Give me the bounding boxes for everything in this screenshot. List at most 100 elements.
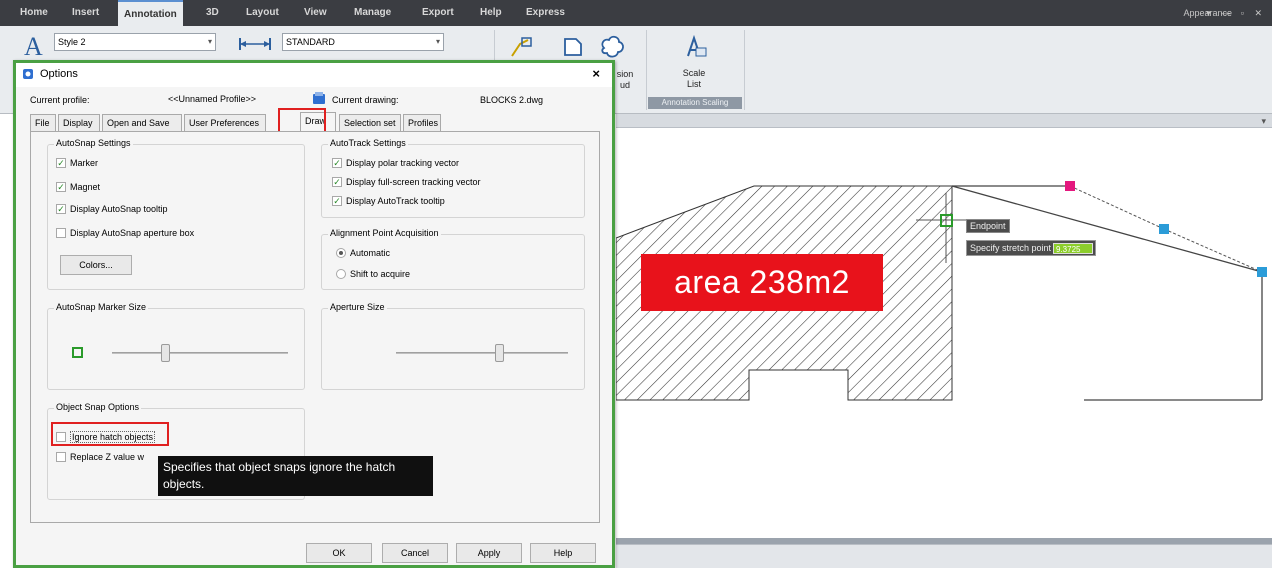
marker-size-slider[interactable] <box>112 352 288 354</box>
tab-3d[interactable]: 3D <box>200 0 225 26</box>
grip-blue[interactable] <box>1257 267 1267 277</box>
endpoint-tooltip: Endpoint <box>966 219 1010 233</box>
grip-pink[interactable] <box>1065 181 1075 191</box>
autocad-window: Home Insert Annotation 3D Layout View Ma… <box>0 0 1272 568</box>
shift-to-acquire-label: Shift to acquire <box>350 269 411 279</box>
aperture-box-checkbox[interactable]: Display AutoSnap aperture box <box>56 227 194 240</box>
tab-annotation[interactable]: Annotation <box>118 0 183 26</box>
object-snap-options-title: Object Snap Options <box>54 402 142 412</box>
drawing-canvas[interactable] <box>616 128 1272 538</box>
magnet-label: Magnet <box>70 182 101 192</box>
magnet-checkbox[interactable]: ✓ Magnet <box>56 181 100 194</box>
marker-size-title: AutoSnap Marker Size <box>54 302 149 312</box>
dialog-title-bar[interactable]: Options × <box>16 63 612 87</box>
aperture-size-slider[interactable] <box>396 352 568 354</box>
radio-selected-icon <box>336 247 346 258</box>
tab-home[interactable]: Home <box>14 0 54 26</box>
autotrack-tooltip-checkbox[interactable]: ✓ Display AutoTrack tooltip <box>332 195 445 208</box>
apply-button[interactable]: Apply <box>456 543 522 563</box>
polar-tracking-checkbox[interactable]: ✓ Display polar tracking vector <box>332 157 459 170</box>
checkbox-empty <box>56 451 66 462</box>
chevron-down-icon: ▾ <box>207 37 212 46</box>
tab-selection-set[interactable]: Selection set <box>339 114 401 131</box>
checkmark-icon: ✓ <box>332 157 342 168</box>
help-button[interactable]: Help <box>530 543 596 563</box>
close-icon[interactable]: × <box>592 64 600 84</box>
replace-z-checkbox[interactable]: Replace Z value w <box>56 451 144 464</box>
autotrack-settings-title: AutoTrack Settings <box>328 138 408 148</box>
polar-tracking-label: Display polar tracking vector <box>346 158 460 168</box>
autotrack-settings-group: AutoTrack Settings ✓ Display polar tracki… <box>321 138 585 218</box>
grip-blue[interactable] <box>1159 224 1169 234</box>
text-style-value: Style 2 <box>58 37 86 47</box>
automatic-radio[interactable]: Automatic <box>336 247 390 260</box>
drawing-file-icon <box>313 92 325 104</box>
aperture-size-title: Aperture Size <box>328 302 387 312</box>
stretch-value-input[interactable]: 9.3725 <box>1053 243 1093 254</box>
text-style-select[interactable]: Style 2 ▾ <box>54 33 216 51</box>
autotrack-tooltip-label: Display AutoTrack tooltip <box>346 196 445 206</box>
aperture-size-slider-thumb[interactable] <box>495 344 505 362</box>
replace-z-label: Replace Z value w <box>70 452 145 462</box>
checkmark-icon: ✓ <box>56 203 66 214</box>
tab-export[interactable]: Export <box>416 0 460 26</box>
status-bar <box>616 544 1272 568</box>
fullscreen-tracking-checkbox[interactable]: ✓ Display full-screen tracking vector <box>332 176 481 189</box>
scale-list-label[interactable]: Scale List <box>672 68 716 90</box>
current-profile-label: Current profile: <box>30 95 90 105</box>
chevron-down-icon: ▾ <box>435 37 440 46</box>
ok-button[interactable]: OK <box>306 543 372 563</box>
revision-cloud-icon[interactable] <box>598 34 626 63</box>
tab-insert[interactable]: Insert <box>66 0 105 26</box>
shift-to-acquire-radio[interactable]: Shift to acquire <box>336 268 410 281</box>
checkbox-empty <box>56 227 66 238</box>
window-controls[interactable]: ▾ — ▫ ✕ <box>1206 0 1266 26</box>
options-icon <box>23 69 33 79</box>
tab-user-preferences[interactable]: User Preferences <box>184 114 266 131</box>
ignore-hatch-highlight <box>51 422 169 446</box>
dimension-style-value: STANDARD <box>286 37 335 47</box>
chevron-down-icon[interactable]: ▾ <box>1261 114 1266 128</box>
dynamic-input-prompt[interactable]: Specify stretch point or 9.3725 <box>966 240 1096 256</box>
dimension-style-icon[interactable] <box>238 36 272 55</box>
fullscreen-tracking-label: Display full-screen tracking vector <box>346 177 481 187</box>
table-icon[interactable] <box>562 36 584 61</box>
drawing-area[interactable]: ▾ area 238m2 Endpoint Specify stretch po… <box>616 114 1272 568</box>
aperture-box-label: Display AutoSnap aperture box <box>70 228 195 238</box>
panel-title-annotation-scaling: Annotation Scaling <box>648 97 742 109</box>
checkmark-icon: ✓ <box>332 176 342 187</box>
tab-view[interactable]: View <box>298 0 333 26</box>
marker-checkbox[interactable]: ✓ Marker <box>56 157 98 170</box>
autosnap-settings-title: AutoSnap Settings <box>54 138 133 148</box>
marker-preview-icon <box>72 347 83 358</box>
tab-layout[interactable]: Layout <box>240 0 285 26</box>
tab-profiles[interactable]: Profiles <box>403 114 441 131</box>
autosnap-tooltip-label: Display AutoSnap tooltip <box>70 204 168 214</box>
tab-display[interactable]: Display <box>58 114 100 131</box>
ribbon-separator <box>744 30 745 110</box>
tab-help[interactable]: Help <box>474 0 508 26</box>
tab-file[interactable]: File <box>30 114 56 131</box>
automatic-label: Automatic <box>350 248 391 258</box>
marker-size-group: AutoSnap Marker Size <box>47 302 305 390</box>
checkmark-icon: ✓ <box>332 195 342 206</box>
marker-size-slider-thumb[interactable] <box>160 344 170 362</box>
autosnap-tooltip-checkbox[interactable]: ✓ Display AutoSnap tooltip <box>56 203 168 216</box>
leader-icon[interactable] <box>508 36 534 63</box>
scale-list-icon[interactable] <box>682 34 708 63</box>
alignment-point-title: Alignment Point Acquisition <box>328 228 441 238</box>
tab-open-and-save[interactable]: Open and Save <box>102 114 182 131</box>
rubber-band-line <box>1163 228 1263 273</box>
text-style-icon[interactable]: A <box>24 32 43 62</box>
tab-express[interactable]: Express <box>520 0 571 26</box>
current-profile-value: <<Unnamed Profile>> <box>168 94 257 104</box>
checkmark-icon: ✓ <box>56 181 66 192</box>
colors-button[interactable]: Colors... <box>60 255 132 275</box>
current-drawing-value: BLOCKS 2.dwg <box>480 95 544 105</box>
ignore-hatch-tooltip: Specifies that object snaps ignore the h… <box>158 456 433 496</box>
tab-manage[interactable]: Manage <box>348 0 397 26</box>
cancel-button[interactable]: Cancel <box>382 543 448 563</box>
dimension-style-select[interactable]: STANDARD ▾ <box>282 33 444 51</box>
alignment-point-group: Alignment Point Acquisition Automatic Sh… <box>321 228 585 290</box>
aperture-size-group: Aperture Size <box>321 302 585 390</box>
